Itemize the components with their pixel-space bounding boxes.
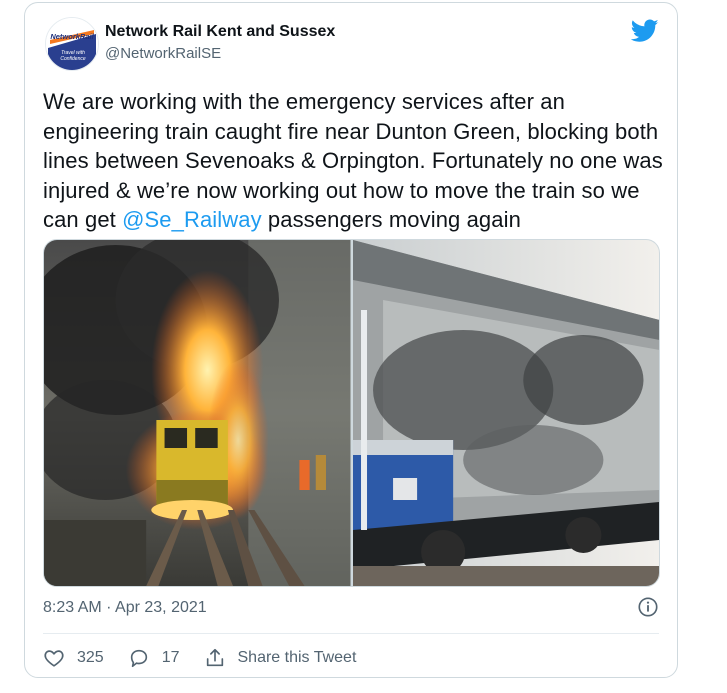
heart-icon xyxy=(44,650,64,667)
twitter-bird-icon[interactable] xyxy=(631,19,659,43)
info-icon[interactable] xyxy=(637,596,659,618)
like-button[interactable]: 325 xyxy=(43,647,104,669)
mention-link[interactable]: @Se_Railway xyxy=(122,207,262,232)
reply-count: 17 xyxy=(161,649,180,666)
action-bar: 325 17 Share this Tweet xyxy=(43,643,380,673)
tweet-text: We are working with the emergency servic… xyxy=(43,87,663,235)
share-button[interactable]: Share this Tweet xyxy=(204,647,357,669)
network-rail-logo-icon: NetworkRail Travel with Confidence xyxy=(46,18,98,70)
share-icon xyxy=(206,648,223,667)
like-count: 325 xyxy=(77,649,104,666)
timestamp-link[interactable]: 8:23 AM · Apr 23, 2021 xyxy=(43,599,207,617)
avatar-brand-text: NetworkRail xyxy=(50,32,94,41)
avatar-tagline-2: Confidence xyxy=(60,56,86,62)
reply-button[interactable]: 17 xyxy=(128,647,180,669)
divider xyxy=(43,633,659,634)
share-label: Share this Tweet xyxy=(237,649,357,666)
photo-burnt-wagon[interactable] xyxy=(352,240,659,586)
reply-bubble-icon xyxy=(130,649,147,668)
display-name[interactable]: Network Rail Kent and Sussex xyxy=(105,23,335,41)
handle[interactable]: @NetworkRailSE xyxy=(105,45,221,62)
tweet-text-tail: passengers moving again xyxy=(261,207,521,232)
avatar[interactable]: NetworkRail Travel with Confidence xyxy=(45,17,99,71)
burnt-wagon-image xyxy=(352,240,659,586)
media-grid[interactable] xyxy=(43,239,660,587)
train-fire-image xyxy=(44,240,351,586)
tweet-card[interactable]: NetworkRail Travel with Confidence Netwo… xyxy=(24,2,678,678)
photo-train-fire[interactable] xyxy=(44,240,351,586)
